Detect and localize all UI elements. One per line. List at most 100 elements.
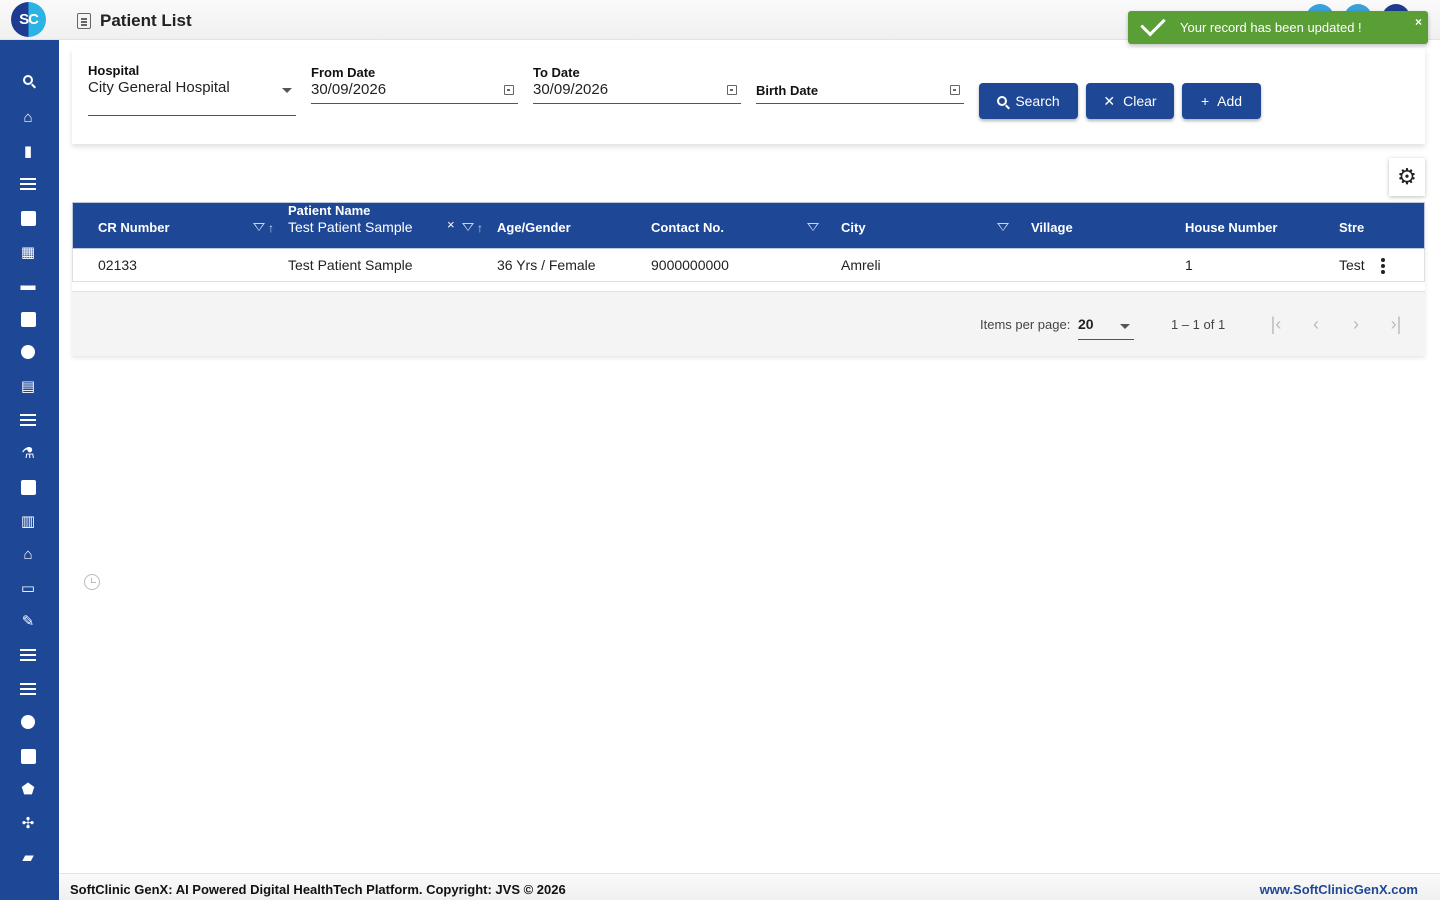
column-header-age-gender[interactable]: Age/Gender bbox=[497, 220, 571, 235]
menu-icon[interactable] bbox=[18, 174, 38, 194]
checkmark-icon bbox=[1140, 10, 1166, 36]
chevron-down-icon bbox=[282, 88, 292, 93]
history-icon[interactable] bbox=[84, 574, 100, 590]
filter-icon[interactable] bbox=[807, 223, 819, 231]
cell-contact: 9000000000 bbox=[651, 257, 729, 273]
row-actions-menu-icon[interactable] bbox=[1381, 258, 1385, 262]
cell-city: Amreli bbox=[841, 257, 881, 273]
cell-patient-name: Test Patient Sample bbox=[288, 257, 413, 273]
sort-arrow-icon[interactable]: ↑ bbox=[268, 221, 274, 235]
from-date-value: 30/09/2026 bbox=[311, 81, 387, 98]
toast-close-button[interactable]: × bbox=[1415, 15, 1422, 29]
column-settings-button[interactable]: ⚙ bbox=[1389, 158, 1425, 196]
add-button[interactable]: + Add bbox=[1182, 83, 1261, 119]
filter-icon[interactable] bbox=[997, 223, 1009, 231]
clear-button[interactable]: ✕ Clear bbox=[1086, 83, 1174, 119]
footer-copyright: SoftClinic GenX: AI Powered Digital Heal… bbox=[70, 882, 566, 897]
add-box-icon[interactable] bbox=[18, 309, 38, 329]
column-header-contact[interactable]: Contact No. bbox=[651, 220, 724, 235]
clear-filter-icon[interactable]: × bbox=[447, 217, 455, 232]
column-header-city[interactable]: City bbox=[841, 220, 866, 235]
person-icon[interactable] bbox=[18, 342, 38, 362]
patient-table: CR Number ↑ Patient Name Test Patient Sa… bbox=[72, 202, 1425, 356]
table-row[interactable]: 02133 Test Patient Sample 36 Yrs / Femal… bbox=[72, 249, 1425, 282]
calendar-icon[interactable] bbox=[504, 85, 514, 95]
column-header-patient-name[interactable]: Patient Name bbox=[288, 203, 370, 218]
patient-name-filter-value[interactable]: Test Patient Sample bbox=[288, 219, 413, 235]
menu-icon[interactable] bbox=[18, 679, 38, 699]
birth-date-label: Birth Date bbox=[756, 83, 819, 98]
sidebar: ⌂ ▮ ▦ ▬ ▤ ⚗ ▥ ⌂ ▭ ✎ ⬟ ✣ ▰ bbox=[0, 40, 59, 900]
close-icon: ✕ bbox=[1103, 93, 1116, 109]
bar-chart-icon[interactable]: ▮ bbox=[18, 141, 38, 161]
clipboard-icon bbox=[77, 13, 91, 29]
search-button-label: Search bbox=[1015, 93, 1060, 109]
hospital-value: City General Hospital bbox=[88, 79, 230, 96]
last-page-icon[interactable]: ›| bbox=[1386, 314, 1406, 334]
bed-icon[interactable]: ▬ bbox=[18, 275, 38, 295]
success-toast: Your record has been updated ! × bbox=[1128, 10, 1428, 44]
shield-icon[interactable]: ⬟ bbox=[18, 779, 38, 799]
search-icon bbox=[997, 96, 1008, 106]
column-header-street[interactable]: Stre bbox=[1339, 220, 1364, 235]
footer-website-link[interactable]: www.SoftClinicGenX.com bbox=[1260, 882, 1418, 897]
first-page-icon[interactable]: |‹ bbox=[1266, 314, 1286, 334]
page-range: 1 – 1 of 1 bbox=[1171, 317, 1226, 332]
sort-arrow-icon[interactable]: ↑ bbox=[477, 221, 483, 235]
column-header-cr-number[interactable]: CR Number bbox=[98, 220, 170, 235]
search-icon[interactable] bbox=[18, 70, 38, 90]
plus-icon: + bbox=[1200, 93, 1210, 109]
table-spacer bbox=[72, 282, 1425, 292]
table-header: CR Number ↑ Patient Name Test Patient Sa… bbox=[72, 202, 1425, 249]
add-button-label: Add bbox=[1217, 93, 1243, 109]
items-per-page-value: 20 bbox=[1078, 316, 1094, 332]
filter-icon[interactable] bbox=[462, 223, 474, 231]
search-button[interactable]: Search bbox=[979, 83, 1078, 119]
lab-icon[interactable]: ⚗ bbox=[18, 443, 38, 463]
chevron-down-icon bbox=[1120, 324, 1130, 329]
menu-icon[interactable] bbox=[18, 410, 38, 430]
from-date-label: From Date bbox=[311, 65, 376, 80]
filter-icon[interactable] bbox=[253, 223, 265, 231]
network-icon[interactable]: ✣ bbox=[18, 813, 38, 833]
column-header-village[interactable]: Village bbox=[1031, 220, 1073, 235]
gear-icon: ⚙ bbox=[1397, 164, 1417, 189]
medical-bag-icon[interactable] bbox=[18, 208, 38, 228]
column-header-house-number[interactable]: House Number bbox=[1185, 220, 1277, 235]
toast-message: Your record has been updated ! bbox=[1180, 20, 1362, 35]
cell-cr-number: 02133 bbox=[98, 257, 137, 273]
warehouse-icon[interactable]: ⌂ bbox=[18, 544, 38, 564]
receipt-icon[interactable]: ▤ bbox=[18, 376, 38, 396]
clear-button-label: Clear bbox=[1123, 93, 1157, 109]
cell-house-number: 1 bbox=[1185, 257, 1193, 273]
cell-street: Test bbox=[1339, 257, 1365, 273]
library-add-icon[interactable] bbox=[18, 746, 38, 766]
to-date-field[interactable]: To Date 30/09/2026 bbox=[533, 64, 741, 104]
menu-icon[interactable] bbox=[18, 645, 38, 665]
to-date-label: To Date bbox=[533, 65, 580, 80]
calendar-icon[interactable] bbox=[950, 85, 960, 95]
app-logo[interactable]: SC bbox=[11, 2, 46, 37]
blood-drop-icon[interactable] bbox=[18, 712, 38, 732]
next-page-icon[interactable]: › bbox=[1346, 314, 1366, 334]
wrench-icon[interactable]: ✎ bbox=[18, 611, 38, 631]
devices-icon[interactable]: ▭ bbox=[18, 578, 38, 598]
calendar-icon[interactable]: ▦ bbox=[18, 242, 38, 262]
book-icon[interactable]: ▥ bbox=[18, 511, 38, 531]
filter-panel: Hospital City General Hospital From Date… bbox=[72, 48, 1425, 144]
calendar-icon[interactable] bbox=[727, 85, 737, 95]
medicine-icon[interactable] bbox=[18, 477, 38, 497]
from-date-field[interactable]: From Date 30/09/2026 bbox=[311, 64, 518, 104]
footer: SoftClinic GenX: AI Powered Digital Heal… bbox=[59, 873, 1440, 900]
hospital-select[interactable]: Hospital City General Hospital bbox=[88, 62, 296, 116]
items-per-page-label: Items per page: bbox=[980, 317, 1071, 332]
folder-icon[interactable]: ▰ bbox=[18, 847, 38, 867]
home-icon[interactable]: ⌂ bbox=[18, 107, 38, 127]
birth-date-field[interactable]: Birth Date bbox=[756, 64, 964, 104]
paginator: Items per page: 20 1 – 1 of 1 |‹ ‹ › ›| bbox=[72, 302, 1425, 346]
page-title: Patient List bbox=[100, 11, 192, 30]
items-per-page-select[interactable]: 20 bbox=[1078, 314, 1134, 340]
to-date-value: 30/09/2026 bbox=[533, 81, 609, 98]
previous-page-icon[interactable]: ‹ bbox=[1306, 314, 1326, 334]
cell-age-gender: 36 Yrs / Female bbox=[497, 257, 596, 273]
